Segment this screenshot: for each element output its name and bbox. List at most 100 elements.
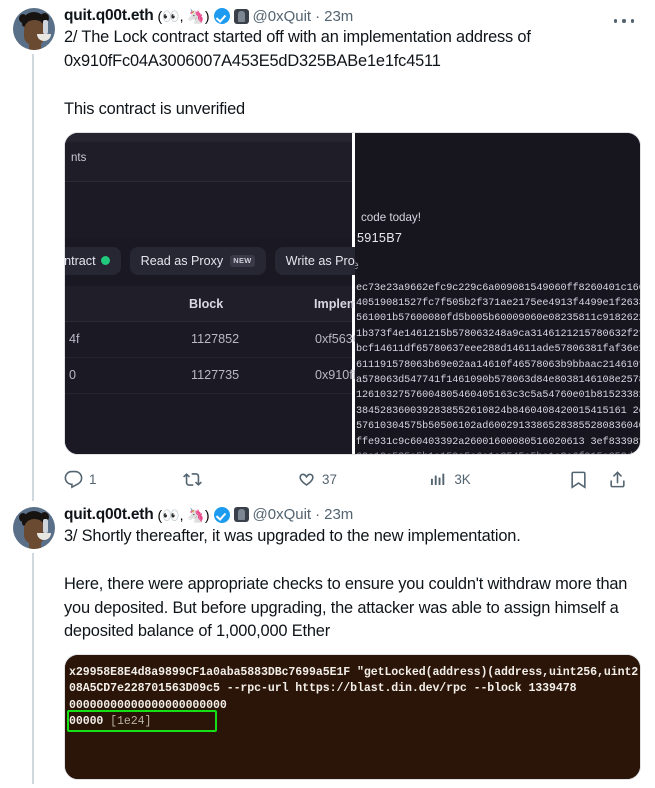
bytecode-line: 57610304575b50506102ad600291338652838552… [356,421,640,433]
contract-tabs: Contract Read as Proxy NEW Write as Prox [64,246,373,275]
tab-read-as-proxy-label: Read as Proxy [140,253,224,268]
tweet-content: quit.q00t.eth (👀, 🦄) @0xQuit · 23m 2/ Th… [64,8,643,497]
tweet-media-image[interactable]: x29958E8E4d8a9899CF1a0aba5883DBc7699a5E1… [64,653,641,780]
bytecode-line: ffe931c9c60403392a26001600080516020613 3… [356,436,640,448]
view-count: 3K [454,472,471,487]
timeline-page: quit.q00t.eth (👀, 🦄) @0xQuit · 23m 2/ Th… [0,0,655,788]
analytics-icon [431,473,445,486]
views-button[interactable]: 3K [429,470,471,489]
bytecode-line: a578063d547741f1461090b578063d84e8038146… [356,374,640,386]
tab-contract-label: Contract [64,253,96,268]
tweet-text-paragraph-2: Here, there were appropriate checks to e… [64,575,632,640]
cell-block-1: 1127852 [191,331,240,346]
bytecode-line: 611191578063b69e02aa14610f46578063b9bbaa… [356,359,640,371]
breadcrumb: nts [71,151,87,164]
tweet-text-paragraph-1: 2/ The Lock contract started off with an… [64,28,536,70]
tweet-text-paragraph-2: This contract is unverified [64,100,245,118]
heart-icon [299,473,314,486]
tab-read-as-proxy[interactable]: Read as Proxy NEW [129,246,266,275]
bytecode-note: code today! [361,210,421,224]
user-handle[interactable]: @0xQuit [253,9,312,24]
more-options-icon [614,19,618,23]
verified-badge-icon [213,8,230,24]
column-header-block: Block [189,296,224,311]
tweet-text-paragraph-1: 3/ Shortly thereafter, it was upgraded t… [64,526,521,545]
thread-connector-line [32,54,34,501]
tab-contract[interactable]: Contract [64,246,121,275]
explorer-topbar [65,132,352,142]
bookmark-icon [571,471,586,489]
cell-hash-2: 0 [69,367,77,382]
explorer-breadcrumb-row [65,141,352,182]
thread-connector-line [32,552,34,784]
avatar-bottle [43,518,48,533]
terminal-screenshot: x29958E8E4d8a9899CF1a0aba5883DBc7699a5E1… [65,654,640,779]
emoji-suffix: (👀, 🦄) [157,506,210,523]
avatar-neck [29,41,41,50]
reply-button[interactable]: 1 [64,470,96,489]
bytecode-block: ec73e23a9662efc9c229c6a009081549060ff826… [355,281,640,454]
like-count: 37 [322,472,337,487]
explorer-mid-band [65,182,352,238]
retweet-button[interactable] [183,470,208,489]
more-options-button[interactable] [611,12,637,30]
screenshot-composite: nts Contract Read as Proxy NEW [65,132,640,454]
bookmark-button[interactable] [569,470,588,489]
avatar[interactable] [13,8,55,50]
like-button[interactable]: 37 [297,470,337,489]
tweet-gutter [12,8,64,501]
bytecode-line: 12610327576004805460405163c3c5a54760e01b… [356,390,640,402]
tweet-gutter [12,506,64,784]
terminal-line: 08A5CD7e228701563D09c5 --rpc-url https:/… [69,682,577,695]
bytecode-label: e [355,258,359,272]
bytecode-line: 40519081527fc7f505b2f371ae2175ee4913f449… [356,297,640,309]
bytecode-line: 3845283600392838552610824b84604084200154… [356,405,640,417]
tweet-item[interactable]: quit.q00t.eth (👀, 🦄) @0xQuit · 23m 3/ Sh… [0,497,655,784]
timestamp[interactable]: 23m [324,507,353,522]
retweet-icon [183,473,203,486]
affiliate-badge-icon [233,507,249,522]
verified-badge-icon [213,506,230,523]
share-button[interactable] [608,470,627,489]
display-name[interactable]: quit.q00t.eth [64,507,154,523]
highlight-box [67,709,217,732]
terminal-line: x29958E8E4d8a9899CF1a0aba5883DBc7699a5E1… [69,665,639,679]
tweet-item[interactable]: quit.q00t.eth (👀, 🦄) @0xQuit · 23m 2/ Th… [0,0,655,501]
screenshot-left-pane: nts Contract Read as Proxy NEW [65,132,373,454]
share-icon [610,471,625,488]
timestamp[interactable]: 23m [324,9,353,24]
cell-implementation-2: 0x910fF [315,367,361,382]
display-name[interactable]: quit.q00t.eth [64,8,154,24]
bytecode-line: 561001b57600080fd5b005b60009060e08235811… [356,313,640,325]
tweet-actions: 1 37 3K [64,463,641,497]
bytecode-line: ec73e23a9662efc9c229c6a009081549060ff826… [356,282,640,294]
avatar-bottle [43,20,48,34]
affiliate-badge-icon [233,8,249,24]
tweet-header: quit.q00t.eth (👀, 🦄) @0xQuit · 23m [64,8,641,24]
tweet-media-image[interactable]: nts Contract Read as Proxy NEW [64,131,641,455]
bytecode-line: 62a12c535a5b1a159a5a6a1a2545a5ba1a3a6f91… [355,450,640,454]
bytecode-line: 1b373f4e1461215b578063248a9ca31461212157… [356,328,640,340]
separator-dot: · [315,7,321,25]
avatar-neck [29,539,41,549]
avatar-cup [37,532,51,540]
tweet-header: quit.q00t.eth (👀, 🦄) @0xQuit · 23m [64,506,641,523]
tab-write-as-proxy-label: Write as Prox [285,253,362,268]
cell-block-2: 1127735 [191,367,240,382]
emoji-suffix: (👀, 🦄) [157,8,210,24]
cell-hash-1: 4f [69,331,80,346]
verified-contract-dot-icon [100,256,110,265]
tweet-content: quit.q00t.eth (👀, 🦄) @0xQuit · 23m 3/ Sh… [64,506,643,780]
screenshot-right-pane: code today! 5915B7 e ec73e23a9662efc9c22… [355,132,640,454]
bytecode-line: bcf14611df65780637eee288d14611ade5780638… [356,344,640,356]
avatar[interactable] [13,506,55,549]
new-badge: NEW [230,254,255,267]
bytecode-address: 5915B7 [357,230,403,245]
user-handle[interactable]: @0xQuit [253,507,312,522]
reply-count: 1 [89,472,97,487]
reply-icon [64,470,83,489]
explorer-footer-band [65,393,352,454]
separator-dot: · [315,506,321,523]
